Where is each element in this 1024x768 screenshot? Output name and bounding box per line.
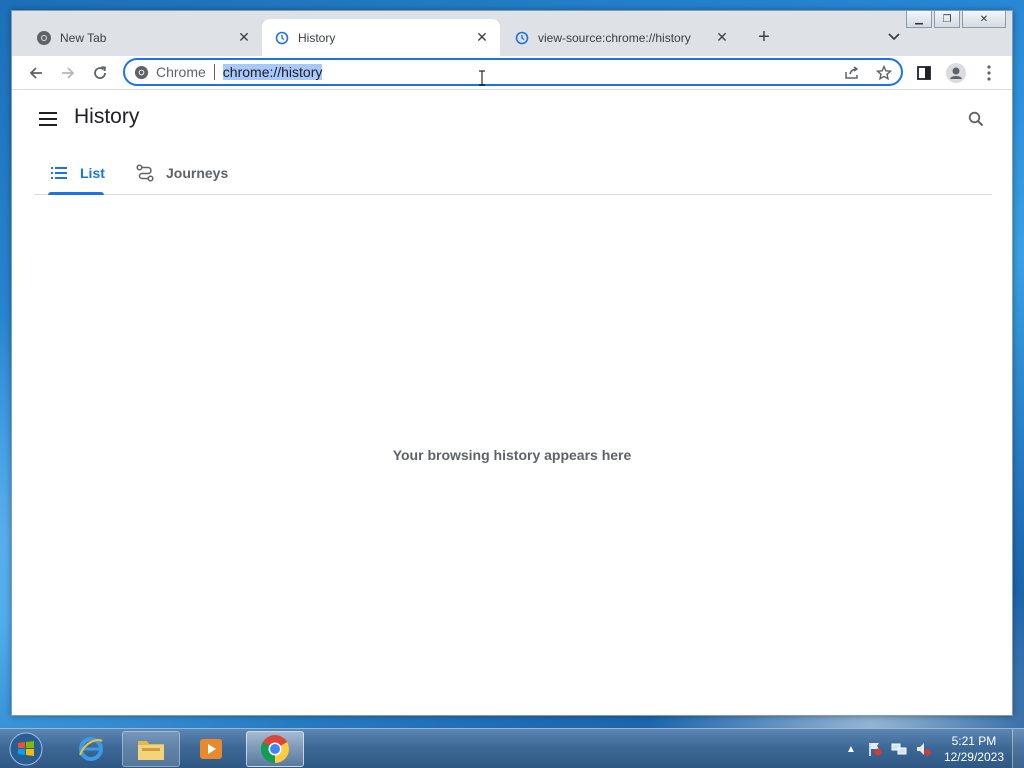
browser-toolbar: Chrome chrome://history — [12, 56, 1012, 90]
folder-icon — [138, 741, 164, 760]
windows-logo-icon — [9, 732, 43, 766]
media-player-icon — [200, 739, 222, 759]
clock-time: 5:21 PM — [951, 734, 997, 748]
journeys-icon — [136, 164, 154, 182]
close-tab-icon[interactable]: ✕ — [472, 28, 492, 48]
taskbar-clock[interactable]: 5:21 PM 12/29/2023 — [944, 733, 1004, 765]
minimize-button[interactable]: ▁ — [906, 11, 932, 28]
site-chip[interactable]: Chrome — [125, 64, 206, 80]
reload-button[interactable] — [87, 60, 113, 86]
clock-date: 12/29/2023 — [943, 750, 1004, 764]
forward-arrow-icon — [62, 67, 75, 79]
close-window-button[interactable]: ✕ — [962, 11, 1006, 28]
show-hidden-icons-icon[interactable]: ▲ — [842, 740, 860, 758]
tab-strip: New Tab ✕ History ✕ view-source:chrome:/… — [12, 11, 1012, 56]
taskbar-internet-explorer[interactable] — [62, 731, 120, 767]
system-tray: ▲ 5:21 PM 12/29/2023 — [836, 729, 1024, 768]
address-bar[interactable]: Chrome chrome://history — [123, 58, 903, 86]
share-icon[interactable] — [841, 64, 863, 82]
maximize-button[interactable]: ❐ — [934, 11, 960, 28]
chevron-down-icon — [888, 33, 900, 41]
empty-history-message: Your browsing history appears here — [392, 447, 632, 463]
text-cursor-icon — [479, 70, 485, 86]
chrome-window: New Tab ✕ History ✕ view-source:chrome:/… — [11, 10, 1013, 716]
new-tab-button[interactable]: + — [752, 25, 776, 49]
chrome-icon — [134, 65, 149, 79]
volume-muted-icon[interactable] — [914, 740, 932, 758]
tab-history[interactable]: History ✕ — [262, 19, 500, 56]
tab-title: History — [298, 30, 336, 45]
tab-list-label: List — [80, 165, 105, 181]
tab-title: New Tab — [60, 30, 107, 45]
url-selection: chrome://history — [222, 64, 323, 80]
url-text[interactable]: chrome://history — [222, 64, 323, 80]
history-tabs: List Journeys — [34, 151, 992, 195]
hamburger-menu-icon — [39, 112, 57, 126]
tab-list[interactable]: List — [50, 151, 105, 195]
profile-button[interactable] — [943, 60, 969, 86]
history-icon — [274, 30, 290, 46]
history-icon — [514, 30, 530, 46]
tab-search-button[interactable] — [882, 25, 906, 49]
history-header: History — [12, 91, 1012, 147]
forward-button[interactable] — [55, 60, 81, 86]
list-icon — [50, 164, 68, 182]
network-icon[interactable] — [890, 740, 908, 758]
tab-new-tab[interactable]: New Tab ✕ — [24, 19, 262, 56]
selected-tab-indicator — [48, 192, 104, 195]
back-button[interactable] — [23, 60, 49, 86]
reload-icon — [94, 66, 107, 79]
chip-divider — [213, 64, 215, 80]
history-page: History List Journeys Your browsing hist… — [12, 91, 1012, 715]
window-controls: ▁ ❐ ✕ — [904, 11, 1006, 28]
close-tab-icon[interactable]: ✕ — [712, 28, 732, 48]
internet-explorer-icon — [79, 737, 103, 761]
close-tab-icon[interactable]: ✕ — [234, 28, 254, 48]
search-icon — [968, 111, 984, 127]
profile-avatar-icon — [946, 63, 966, 83]
main-menu-button[interactable] — [36, 107, 60, 131]
side-panel-icon — [917, 66, 931, 80]
chrome-icon — [36, 30, 52, 46]
search-history-button[interactable] — [964, 107, 988, 131]
tab-journeys[interactable]: Journeys — [136, 151, 228, 195]
tab-view-source[interactable]: view-source:chrome://history ✕ — [502, 19, 740, 56]
taskbar-chrome[interactable] — [246, 731, 304, 767]
taskbar-media-player[interactable] — [182, 731, 240, 767]
page-title: History — [74, 105, 140, 128]
bookmark-star-icon[interactable] — [873, 64, 895, 82]
action-center-flag-icon[interactable] — [866, 740, 884, 758]
site-chip-label: Chrome — [156, 64, 206, 80]
chrome-menu-button[interactable] — [976, 60, 1002, 86]
tab-title: view-source:chrome://history — [538, 30, 691, 45]
more-vert-icon — [987, 65, 991, 81]
start-button[interactable] — [6, 731, 46, 767]
back-arrow-icon — [29, 67, 42, 79]
show-desktop-button[interactable] — [1012, 729, 1024, 768]
taskbar-file-explorer[interactable] — [122, 731, 180, 767]
chrome-icon — [261, 735, 289, 763]
tab-journeys-label: Journeys — [166, 165, 229, 181]
taskbar: ▲ 5:21 PM 12/29/2023 — [0, 728, 1024, 768]
omnibox-actions — [831, 64, 895, 82]
side-panel-button[interactable] — [911, 60, 937, 86]
